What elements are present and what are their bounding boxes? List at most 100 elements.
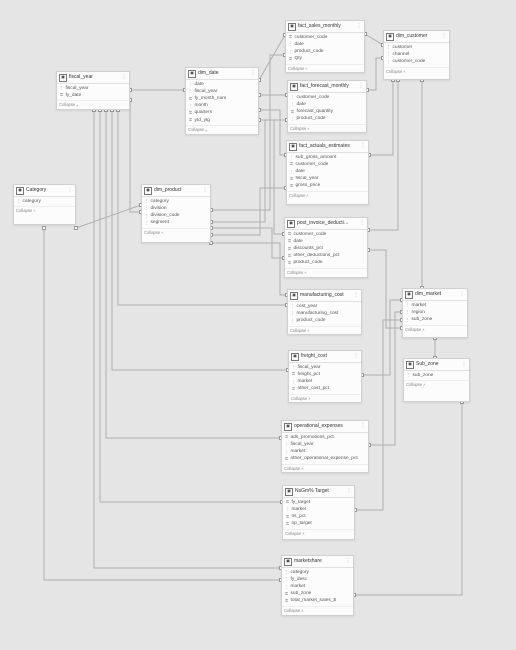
table-fiscal_year[interactable]: ▦fiscal_year⋮⋮fiscal_year⚿fy_dateCollaps…	[56, 71, 130, 110]
table-menu-icon[interactable]: ⋮	[353, 293, 359, 299]
column-item[interactable]: ⋮category	[143, 198, 209, 205]
column-item[interactable]: ⚿forecast_quantity	[289, 108, 365, 115]
table-menu-icon[interactable]: ⋮	[353, 354, 359, 360]
column-item[interactable]: ⚿fy_date	[58, 92, 128, 99]
collapse-toggle[interactable]: Collapse˄	[289, 394, 361, 402]
table-nsgm_target[interactable]: ▦NsGm% Target⋮⚿fy_target⋮market⚿ns_pct⚿n…	[282, 485, 355, 540]
table-fact_sales_monthly[interactable]: ▦fact_sales_monthly⋮⚿customer_code⋮date⋮…	[285, 20, 365, 73]
column-item[interactable]: ⚿freight_pct	[290, 371, 360, 378]
collapse-toggle[interactable]: Collapse˄	[287, 191, 368, 199]
table-header[interactable]: ▦fact_sales_monthly⋮	[286, 21, 364, 33]
table-menu-icon[interactable]: ⋮	[67, 188, 73, 194]
table-header[interactable]: ▦marketshare⋮	[282, 556, 353, 568]
column-item[interactable]: ⚿total_market_sales_$	[283, 598, 352, 605]
column-item[interactable]: ⋮customer_code	[385, 58, 448, 65]
column-item[interactable]: ⋮market	[404, 302, 466, 309]
column-item[interactable]: ⚿product_code	[286, 260, 366, 267]
column-item[interactable]: ⋮date	[187, 81, 257, 88]
table-manufacturing_cost[interactable]: ▦manufacturing_cost⋮⋮cost_year⋮manufactu…	[287, 289, 362, 335]
table-dim_product[interactable]: ▦dim_product⋮⋮category⋮division⋮division…	[141, 184, 211, 243]
collapse-toggle[interactable]: Collapse˄	[186, 125, 258, 133]
column-item[interactable]: ⋮fiscal_year	[290, 364, 360, 371]
column-item[interactable]: ⋮date	[287, 41, 363, 48]
column-item[interactable]: ⋮division_code	[143, 212, 209, 219]
table-header[interactable]: ▦operational_expenses⋮	[282, 421, 368, 433]
column-item[interactable]: ⋮manufacturing_cost	[289, 310, 360, 317]
table-fact_forecast_monthly[interactable]: ▦fact_forecast_monthly⋮⋮customer_code⋮da…	[287, 80, 367, 133]
column-item[interactable]: ⋮division	[143, 205, 209, 212]
column-item[interactable]: ⚿quarters	[187, 110, 257, 117]
table-header[interactable]: ▦freight_cost⋮	[289, 351, 361, 363]
column-item[interactable]: ⚿date	[286, 238, 366, 245]
column-item[interactable]: ⋮date	[288, 168, 367, 175]
column-item[interactable]: ⋮date	[289, 101, 365, 108]
column-item[interactable]: ⚿discounts_pct	[286, 245, 366, 252]
column-item[interactable]: ⋮segment	[143, 220, 209, 227]
collapse-toggle[interactable]: Collapse˄	[403, 325, 467, 333]
table-category[interactable]: ▦Category⋮⋮categoryCollapse˄	[13, 184, 76, 225]
model-canvas[interactable]: ▦fiscal_year⋮⋮fiscal_year⚿fy_dateCollaps…	[0, 0, 516, 650]
column-item[interactable]: ⋮sub_gross_amount	[288, 154, 367, 161]
table-header[interactable]: ▦dim_product⋮	[142, 185, 210, 197]
column-item[interactable]: ⚿fy_month_num	[187, 95, 257, 102]
table-menu-icon[interactable]: ⋮	[358, 84, 364, 90]
column-item[interactable]: ⋮category	[15, 198, 74, 205]
table-menu-icon[interactable]: ⋮	[250, 71, 256, 77]
table-sub_zone[interactable]: ▦Sub_zone⋮⋮sub_zoneCollapse˄	[403, 358, 470, 402]
column-item[interactable]: ⚿fiscal_year	[288, 176, 367, 183]
table-menu-icon[interactable]: ⋮	[360, 424, 366, 430]
table-fact_actuals_estimates[interactable]: ▦fact_actuals_estimates⋮⋮sub_gross_amoun…	[286, 140, 369, 205]
column-item[interactable]: ⋮customer	[385, 44, 448, 51]
column-item[interactable]: ⋮sub_zone	[405, 372, 468, 379]
table-menu-icon[interactable]: ⋮	[441, 34, 447, 40]
table-post_invoice_deductions[interactable]: ▦post_invoice_deducti…⋮⚿customer_code⚿da…	[284, 217, 368, 278]
column-item[interactable]: ⚿ytd_ytg	[187, 117, 257, 124]
table-dim_customer[interactable]: ▦dim_customer⋮⋮customer⋮channel⋮customer…	[383, 30, 450, 80]
table-menu-icon[interactable]: ⋮	[359, 221, 365, 227]
column-item[interactable]: ⋮market	[283, 448, 367, 455]
column-item[interactable]: ⚿ns_pct	[284, 513, 353, 520]
table-header[interactable]: ▦fact_forecast_monthly⋮	[288, 81, 366, 93]
collapse-toggle[interactable]: Collapse˄	[282, 464, 368, 472]
table-menu-icon[interactable]: ⋮	[461, 362, 467, 368]
collapse-toggle[interactable]: Collapse˄	[384, 67, 449, 75]
column-item[interactable]: ⚿np_target	[284, 521, 353, 528]
column-item[interactable]: ⚿customer_code	[287, 34, 363, 41]
collapse-toggle[interactable]: Collapse˄	[142, 228, 210, 236]
collapse-toggle[interactable]: Collapse˄	[285, 268, 367, 276]
collapse-toggle[interactable]: Collapse˄	[288, 326, 361, 334]
collapse-toggle[interactable]: Collapse˄	[404, 380, 469, 388]
table-header[interactable]: ▦post_invoice_deducti…⋮	[285, 218, 367, 230]
column-item[interactable]: ⋮product_code	[289, 317, 360, 324]
table-menu-icon[interactable]: ⋮	[202, 188, 208, 194]
table-operational_expenses[interactable]: ▦operational_expenses⋮⚿ads_promotions_pc…	[281, 420, 369, 473]
column-item[interactable]: ⋮fy_desc	[283, 576, 352, 583]
column-item[interactable]: ⋮region	[404, 309, 466, 316]
column-item[interactable]: ⋮customer_code	[289, 94, 365, 101]
collapse-toggle[interactable]: Collapse˄	[282, 606, 353, 614]
table-header[interactable]: ▦fiscal_year⋮	[57, 72, 129, 84]
column-item[interactable]: ⋮month	[187, 103, 257, 110]
collapse-toggle[interactable]: Collapse˄	[283, 529, 354, 537]
column-item[interactable]: ⚿fy_target	[284, 499, 353, 506]
collapse-toggle[interactable]: Collapse˄	[286, 64, 364, 72]
column-item[interactable]: ⚿Qty	[287, 56, 363, 63]
column-item[interactable]: ⚿customer_code	[288, 161, 367, 168]
table-menu-icon[interactable]: ⋮	[345, 559, 351, 565]
table-menu-icon[interactable]: ⋮	[121, 75, 127, 81]
column-item[interactable]: ⋮fiscal_year	[58, 85, 128, 92]
column-item[interactable]: ⚿gross_price	[288, 183, 367, 190]
table-header[interactable]: ▦manufacturing_cost⋮	[288, 290, 361, 302]
column-item[interactable]: ⋮product_code	[287, 48, 363, 55]
table-dim_market[interactable]: ▦dim_market⋮⋮market⋮region⋮sub_zoneColla…	[402, 288, 468, 338]
column-item[interactable]: ⋮channel	[385, 51, 448, 58]
column-item[interactable]: ⚿ads_promotions_pct	[283, 434, 367, 441]
table-freight_cost[interactable]: ▦freight_cost⋮⋮fiscal_year⚿freight_pct⋮m…	[288, 350, 362, 403]
column-item[interactable]: ⋮market	[283, 583, 352, 590]
table-header[interactable]: ▦fact_actuals_estimates⋮	[287, 141, 368, 153]
table-header[interactable]: ▦Sub_zone⋮	[404, 359, 469, 371]
table-header[interactable]: ▦Category⋮	[14, 185, 75, 197]
column-item[interactable]: ⋮fiscal_year	[187, 88, 257, 95]
column-item[interactable]: ⋮fiscal_year	[283, 441, 367, 448]
collapse-toggle[interactable]: Collapse˄	[57, 100, 129, 108]
